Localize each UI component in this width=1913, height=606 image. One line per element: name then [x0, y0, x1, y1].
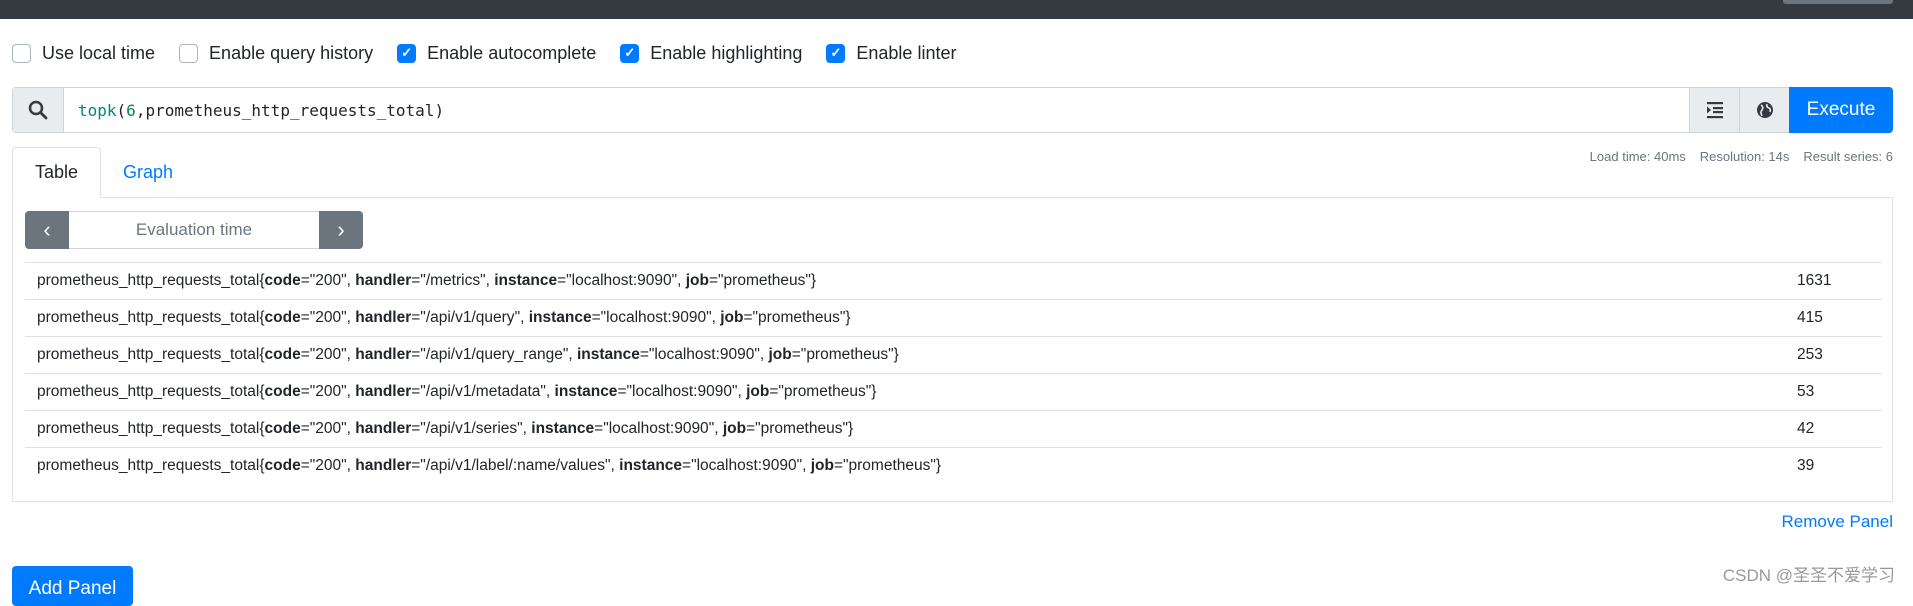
next-time-button[interactable]: › — [319, 211, 363, 249]
query-input[interactable]: topk(6, prometheus_http_requests_total) — [64, 88, 1689, 132]
option-label: Enable query history — [209, 42, 374, 63]
previous-time-button[interactable]: ‹ — [25, 211, 69, 249]
metrics-explorer-button[interactable] — [1739, 88, 1789, 132]
query-stats: Load time: 40ms Resolution: 14s Result s… — [1590, 149, 1893, 164]
navbar-button[interactable] — [1783, 0, 1893, 4]
query-comma: , — [135, 100, 146, 120]
globe-icon — [1756, 102, 1773, 118]
evaluation-time-input[interactable]: Evaluation time — [69, 211, 319, 249]
option-enable-autocomplete[interactable]: ✓ Enable autocomplete — [397, 43, 596, 64]
table-row: prometheus_http_requests_total{code="200… — [25, 410, 1882, 448]
table-row: prometheus_http_requests_total{code="200… — [25, 336, 1882, 374]
top-navbar — [0, 0, 1913, 19]
option-use-local-time[interactable]: Use local time — [12, 43, 155, 64]
query-bar: topk(6, prometheus_http_requests_total) E… — [12, 87, 1893, 133]
format-expression-button[interactable] — [1689, 88, 1739, 132]
query-metric: prometheus_http_requests_total — [145, 100, 435, 120]
resolution: Resolution: 14s — [1699, 149, 1790, 164]
table-row: prometheus_http_requests_total{code="200… — [25, 447, 1882, 485]
tab-table[interactable]: Table — [12, 147, 102, 198]
table-row: prometheus_http_requests_total{code="200… — [25, 299, 1882, 337]
series-cell: prometheus_http_requests_total{code="200… — [25, 447, 1797, 485]
option-label: Enable linter — [856, 42, 957, 63]
add-panel-button[interactable]: Add Panel — [12, 566, 133, 606]
remove-panel-link[interactable]: Remove Panel — [1781, 512, 1893, 532]
query-paren: ) — [434, 100, 445, 120]
search-icon — [13, 88, 64, 132]
series-cell: prometheus_http_requests_total{code="200… — [25, 336, 1797, 374]
load-time: Load time: 40ms — [1589, 149, 1686, 164]
option-enable-query-history[interactable]: Enable query history — [179, 43, 373, 64]
watermark: CSDN @圣圣不爱学习 — [1722, 566, 1895, 585]
table-row: prometheus_http_requests_total{code="200… — [25, 373, 1882, 411]
result-series: Result series: 6 — [1803, 149, 1893, 164]
value-cell: 1631 — [1797, 262, 1882, 300]
indent-icon — [1706, 102, 1723, 119]
checkbox[interactable]: ✓ — [826, 43, 846, 63]
query-number: 6 — [126, 100, 136, 120]
option-label: Enable highlighting — [650, 42, 803, 63]
results-table: prometheus_http_requests_total{code="200… — [25, 262, 1882, 485]
series-cell: prometheus_http_requests_total{code="200… — [25, 262, 1797, 300]
execute-button[interactable]: Execute — [1789, 87, 1893, 133]
table-row: prometheus_http_requests_total{code="200… — [25, 262, 1882, 300]
value-cell: 415 — [1797, 299, 1882, 337]
query-paren: ( — [116, 100, 127, 120]
checkbox[interactable]: ✓ — [620, 43, 640, 63]
chevron-left-icon: ‹ — [43, 217, 51, 242]
option-enable-highlighting[interactable]: ✓ Enable highlighting — [620, 43, 802, 64]
option-label: Enable autocomplete — [427, 42, 597, 63]
table-panel: ‹ Evaluation time › prometheus_http_requ… — [12, 197, 1893, 502]
value-cell: 39 — [1797, 447, 1882, 485]
checkbox[interactable]: ✓ — [397, 43, 417, 63]
value-cell: 42 — [1797, 410, 1882, 448]
evaluation-time-group: ‹ Evaluation time › — [25, 211, 363, 249]
panel-tabs: Table Graph — [12, 147, 195, 198]
checkbox[interactable] — [179, 43, 199, 63]
options-bar: Use local time Enable query history ✓ Enabl… — [12, 41, 980, 65]
value-cell: 253 — [1797, 336, 1882, 374]
series-cell: prometheus_http_requests_total{code="200… — [25, 410, 1797, 448]
series-cell: prometheus_http_requests_total{code="200… — [25, 373, 1797, 411]
checkbox[interactable] — [12, 43, 31, 63]
value-cell: 53 — [1797, 373, 1882, 411]
tab-graph[interactable]: Graph — [101, 147, 195, 198]
option-enable-linter[interactable]: ✓ Enable linter — [826, 43, 956, 64]
query-function: topk — [78, 100, 117, 120]
option-label: Use local time — [42, 42, 156, 63]
series-cell: prometheus_http_requests_total{code="200… — [25, 299, 1797, 337]
chevron-right-icon: › — [337, 217, 345, 242]
